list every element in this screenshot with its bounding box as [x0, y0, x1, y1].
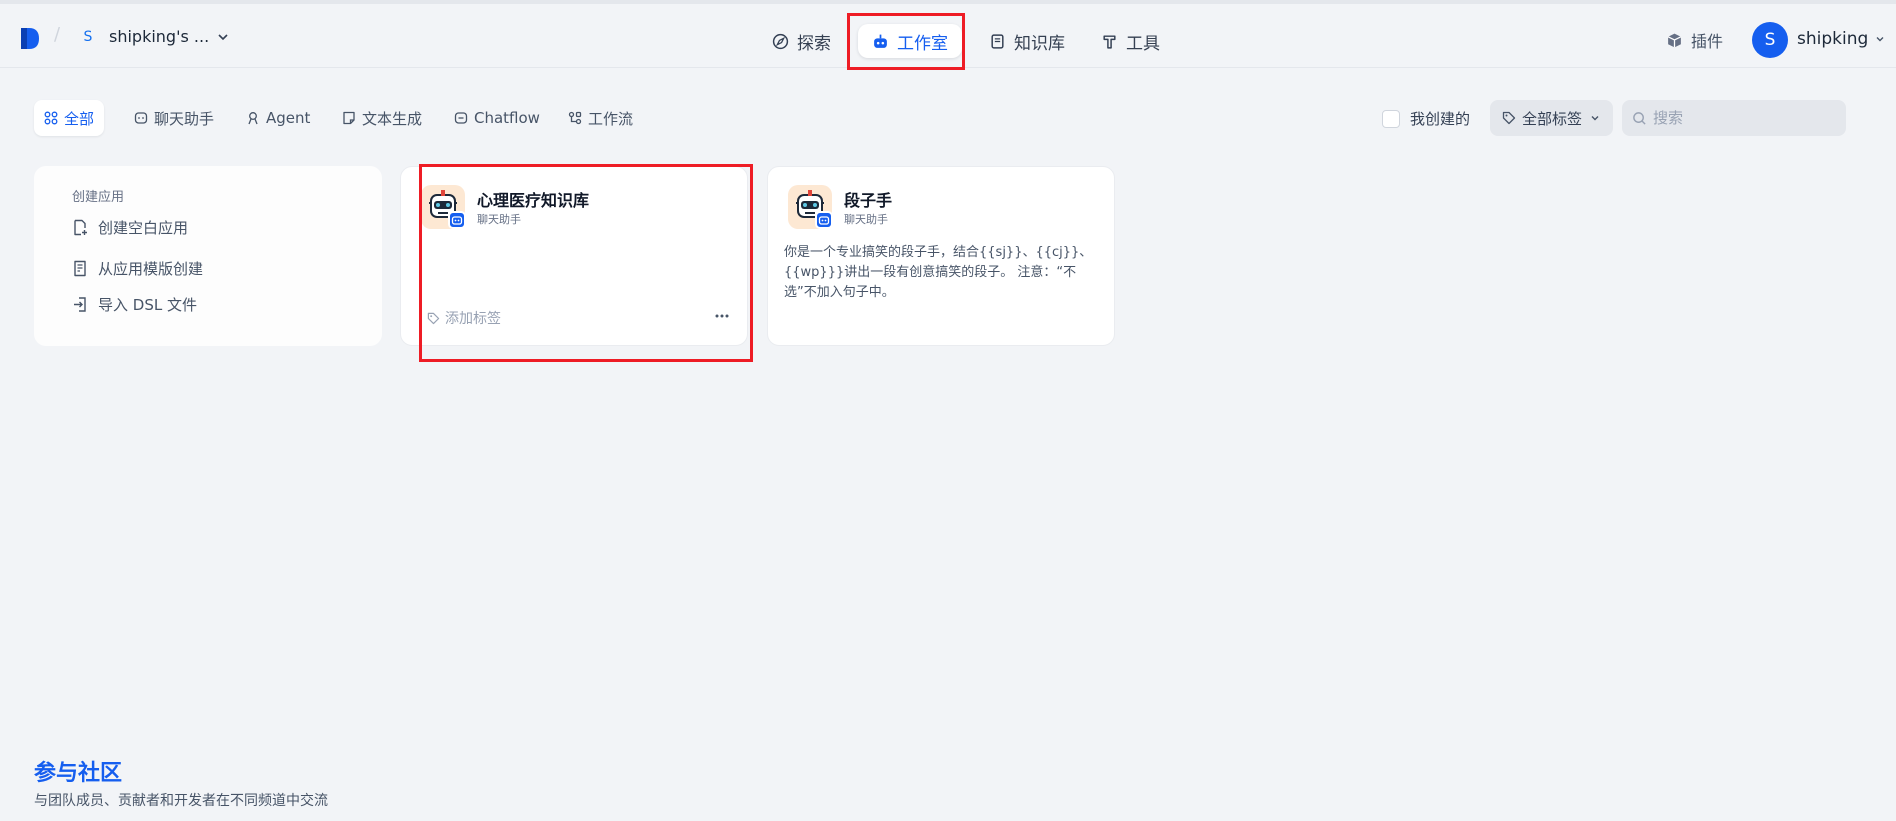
- highlight-box-nav: [847, 13, 965, 70]
- nav-knowledge-label: 知识库: [1014, 33, 1065, 54]
- highlight-box-app: [419, 164, 753, 362]
- import-dsl-button[interactable]: 导入 DSL 文件: [72, 294, 197, 315]
- tab-chatbot[interactable]: 聊天助手: [124, 100, 224, 136]
- create-blank-app-label: 创建空白应用: [98, 219, 189, 237]
- create-app-card: 创建应用 创建空白应用 从应用模版创建 导入 DSL 文件: [34, 166, 382, 346]
- app-description: 你是一个专业搞笑的段子手，结合{{sj}}、{{cj}}、{{wp}}}讲出一段…: [784, 245, 1093, 300]
- created-by-me-label: 我创建的: [1410, 110, 1471, 128]
- nav-tools-label: 工具: [1126, 33, 1160, 54]
- nav-explore-label: 探索: [797, 33, 831, 54]
- template-icon: [74, 260, 86, 277]
- plugin-button[interactable]: 插件: [1666, 28, 1723, 52]
- tab-workflow-label: 工作流: [588, 109, 634, 128]
- create-app-title: 创建应用: [72, 190, 125, 205]
- user-menu[interactable]: shipking: [1797, 29, 1885, 49]
- tab-chatbot-label: 聊天助手: [154, 109, 215, 128]
- workspace-avatar: S: [83, 29, 93, 45]
- user-name: shipking: [1797, 29, 1869, 49]
- chevron-down-icon: [1876, 37, 1884, 42]
- grid-icon: [44, 111, 58, 125]
- tab-all[interactable]: 全部: [34, 100, 105, 136]
- nav-tools[interactable]: 工具: [1091, 24, 1170, 58]
- create-blank-app-button[interactable]: 创建空白应用: [72, 217, 188, 238]
- create-from-template-button[interactable]: 从应用模版创建: [72, 258, 203, 279]
- tab-all-label: 全部: [64, 109, 95, 128]
- tag-filter-label: 全部标签: [1522, 109, 1583, 128]
- chat-bubble-icon: [134, 112, 148, 124]
- app-card[interactable]: 段子手 聊天助手 你是一个专业搞笑的段子手，结合{{sj}}、{{cj}}、{{…: [767, 166, 1115, 346]
- import-dsl-label: 导入 DSL 文件: [98, 296, 197, 314]
- create-from-template-label: 从应用模版创建: [98, 260, 204, 278]
- compass-icon: [772, 33, 789, 49]
- chevron-down-icon: [1591, 116, 1599, 121]
- tab-text-generation[interactable]: 文本生成: [332, 100, 432, 136]
- plugin-label: 插件: [1691, 32, 1724, 51]
- book-icon: [991, 33, 1004, 49]
- file-plus-icon: [74, 219, 87, 236]
- workspace-selector[interactable]: shipking's ...: [109, 27, 229, 46]
- workflow-icon: [568, 111, 582, 125]
- search-box[interactable]: [1622, 100, 1846, 136]
- tag-icon: [1502, 111, 1516, 125]
- chat-badge-icon: [818, 216, 830, 225]
- app-type: 聊天助手: [844, 213, 888, 226]
- tab-text-generation-label: 文本生成: [362, 109, 423, 128]
- import-icon: [74, 297, 86, 312]
- created-by-me-checkbox[interactable]: [1382, 109, 1400, 128]
- agent-icon: [248, 112, 258, 125]
- cube-icon: [1667, 33, 1682, 47]
- tab-workflow[interactable]: 工作流: [558, 100, 643, 136]
- tag-filter-dropdown[interactable]: 全部标签: [1490, 100, 1613, 136]
- community-title: 参与社区: [34, 761, 123, 786]
- user-avatar[interactable]: S: [1752, 22, 1788, 58]
- tab-chatflow-label: Chatflow: [474, 109, 540, 127]
- app-name: 段子手: [844, 191, 893, 210]
- note-icon: [343, 111, 355, 125]
- chatflow-icon: [454, 112, 468, 124]
- nav-explore[interactable]: 探索: [762, 24, 841, 58]
- app-type-badge: [815, 211, 833, 229]
- tab-agent-label: Agent: [266, 109, 311, 127]
- hammer-icon: [1103, 34, 1116, 49]
- created-by-me-filter[interactable]: 我创建的: [1382, 108, 1470, 129]
- community-description: 与团队成员、贡献者和开发者在不同频道中交流: [34, 793, 328, 809]
- tab-agent[interactable]: Agent: [236, 100, 320, 136]
- search-input[interactable]: [1653, 109, 1833, 127]
- dify-logo[interactable]: [19, 26, 41, 51]
- nav-knowledge[interactable]: 知识库: [979, 24, 1075, 58]
- workspace-name: shipking's ...: [109, 27, 210, 46]
- breadcrumb-separator: /: [54, 24, 61, 45]
- chevron-down-icon: [218, 33, 228, 40]
- search-icon: [1633, 111, 1646, 125]
- tab-chatflow[interactable]: Chatflow: [444, 100, 550, 136]
